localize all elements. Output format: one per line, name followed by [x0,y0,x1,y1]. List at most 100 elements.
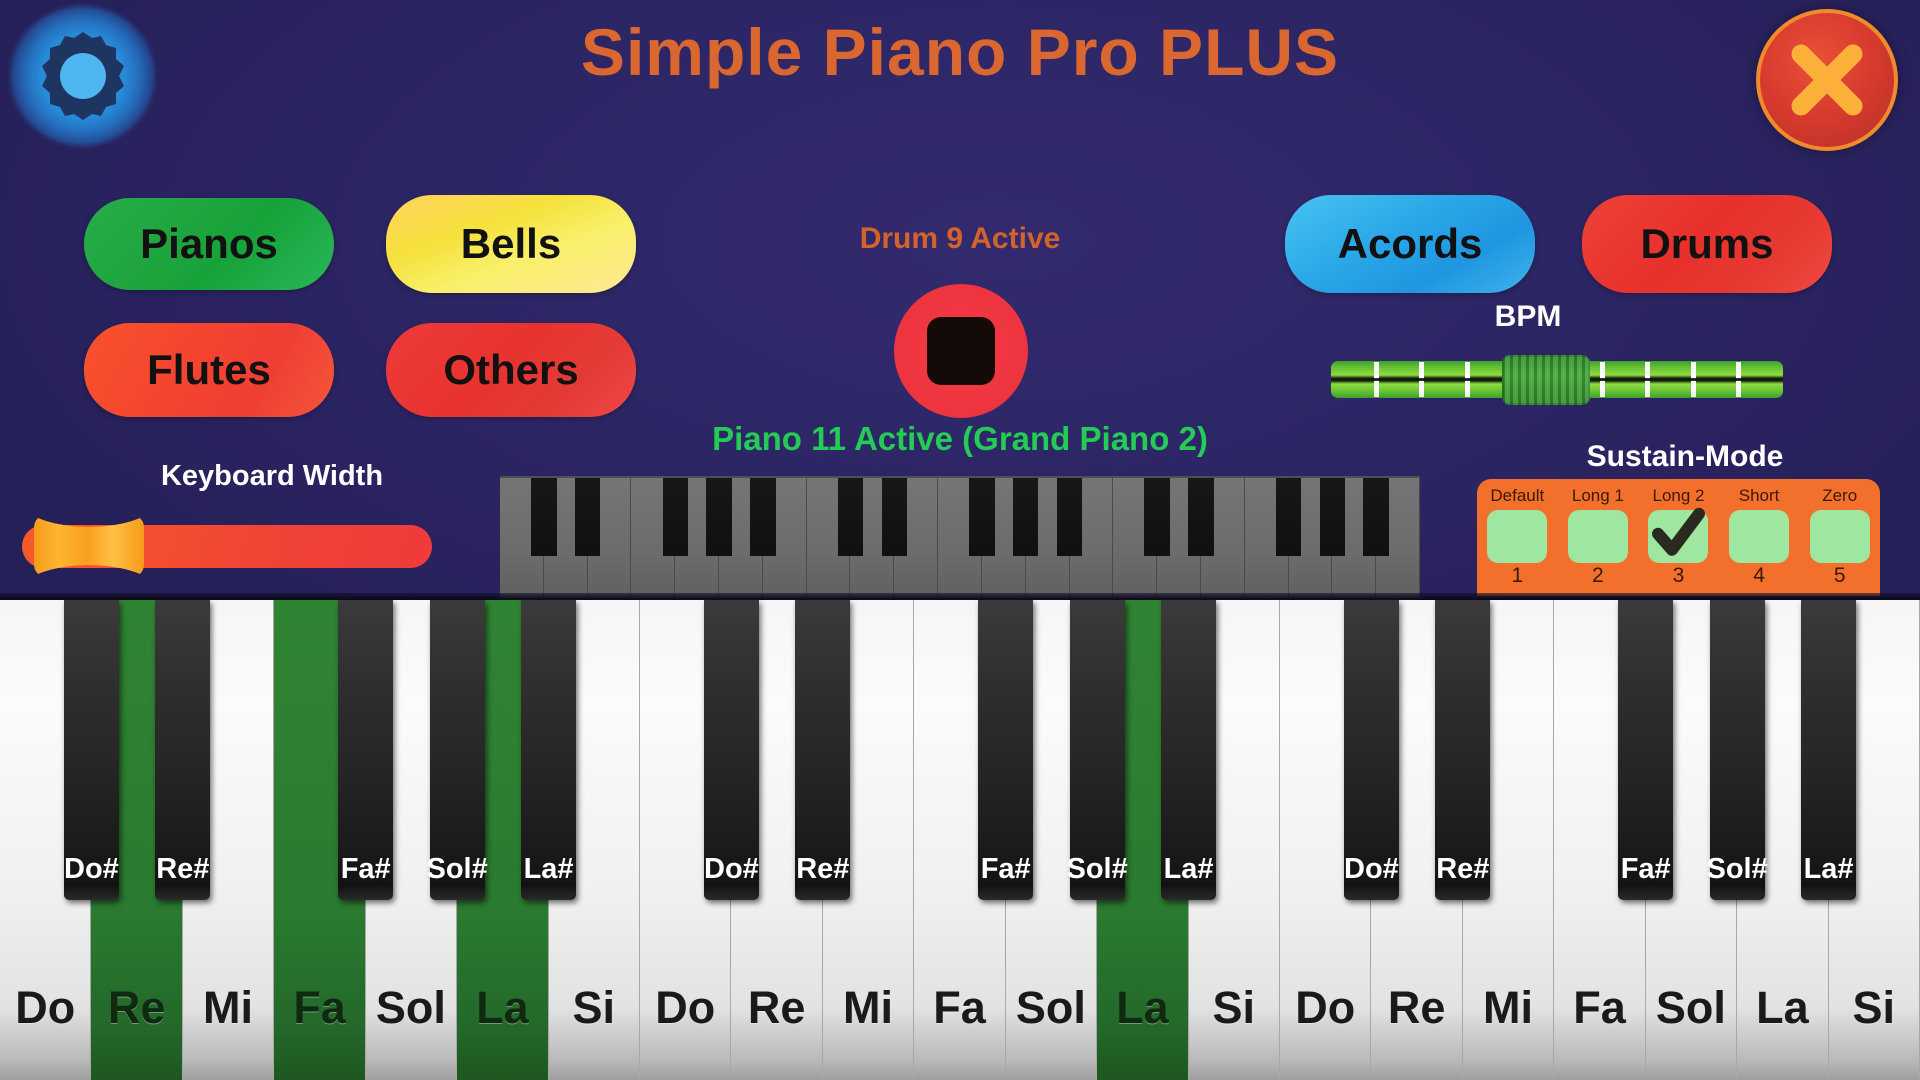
black-key-label: Sol# [426,853,488,885]
white-key-label: Sol [375,982,446,1033]
white-key-label: Si [1212,982,1256,1033]
sustain-option-number: 5 [1833,564,1846,587]
overview-black-key[interactable] [1319,478,1346,556]
sustain-option-number: 2 [1592,564,1604,587]
black-key-label: Fa# [340,853,391,885]
piano-status-label: Piano 11 Active (Grand Piano 2) [712,420,1208,457]
control-panel: Simple Piano Pro PLUS Pianos Bells Flute… [0,0,1920,600]
white-key-label: Sol [1655,982,1726,1033]
white-key-label: Mi [843,982,894,1033]
overview-black-key[interactable] [969,478,995,556]
black-key-label: Sol# [1066,853,1128,885]
black-key-label: Do# [64,853,119,885]
app-root: Simple Piano Pro PLUS Pianos Bells Flute… [0,0,1920,1080]
bpm-slider[interactable] [1331,355,1783,405]
sustain-option-3[interactable]: Short 4 [1719,479,1800,596]
sustain-option-1[interactable]: Long 1 2 [1558,479,1639,596]
piano-black-key[interactable]: Sol# [426,600,488,900]
bpm-tick [1419,362,1425,397]
white-key-label: Do [15,982,76,1033]
white-key-label: Mi [203,982,254,1033]
black-key-label: Re# [156,853,210,885]
overview-black-key[interactable] [1144,478,1170,556]
white-key-label: Fa [293,982,346,1033]
close-button[interactable] [1756,9,1898,151]
keyboard-width-thumb[interactable] [34,515,144,577]
piano-black-key[interactable]: Fa# [1618,600,1674,900]
overview-black-key[interactable] [1363,478,1389,556]
black-key-label: Fa# [1620,853,1671,885]
keyboard-width-slider[interactable] [22,515,432,577]
sustain-option-checkbox[interactable] [1487,510,1548,563]
overview-black-key[interactable] [1188,478,1214,556]
piano-black-key[interactable]: Re# [795,600,851,900]
drum-pad-icon [927,317,995,385]
black-key-label: La# [1803,853,1854,885]
piano-black-key[interactable]: Do# [1344,600,1399,900]
white-key-label: Fa [1573,982,1626,1033]
overview-black-key[interactable] [881,478,907,556]
white-key-label: Si [1852,982,1896,1033]
piano-black-key[interactable]: Re# [155,600,211,900]
sustain-option-4[interactable]: Zero 5 [1799,479,1880,596]
black-key-label: Do# [1344,853,1399,885]
black-key-label: Re# [796,853,850,885]
piano-black-key[interactable]: Fa# [338,600,394,900]
white-key-label: Do [1295,982,1356,1033]
close-x-icon [1791,44,1863,116]
keyboard-overview[interactable] [500,476,1420,600]
bpm-label: BPM [1494,300,1562,333]
piano-black-key[interactable]: Re# [1435,600,1491,900]
piano-keyboard[interactable]: Do Re Mi Fa Sol La Si Do Re Mi Fa Sol La Si Do Re Mi Fa So… [0,600,1920,1080]
overview-black-key[interactable] [531,478,557,556]
piano-black-key[interactable]: Do# [704,600,759,900]
sustain-option-number: 1 [1511,564,1524,587]
piano-black-key[interactable]: Fa# [978,600,1034,900]
overview-black-key[interactable] [706,478,732,556]
white-key-label: Re [1387,982,1446,1033]
keyboard-width-label: Keyboard Width [160,460,384,492]
piano-black-key[interactable]: La# [521,600,576,900]
black-key-label: Do# [704,853,759,885]
overview-black-key[interactable] [750,478,776,556]
overview-black-key[interactable] [837,478,864,556]
white-key-label: La [1116,982,1169,1033]
sustain-option-label: Short [1738,486,1780,505]
black-key-label: Re# [1436,853,1490,885]
piano-black-key[interactable]: Sol# [1707,600,1768,900]
sustain-option-checkbox[interactable] [1648,507,1709,563]
piano-black-key[interactable]: Do# [64,600,119,900]
bpm-tick [1600,362,1606,397]
overview-black-key[interactable] [662,478,688,556]
piano-black-key[interactable]: Sol# [1066,600,1128,900]
white-key-label: Do [655,982,716,1033]
sustain-option-label: Long 1 [1571,486,1624,505]
sustain-option-label: Zero [1822,486,1858,505]
piano-black-key[interactable]: La# [1161,600,1216,900]
bpm-slider-thumb[interactable] [1502,355,1591,405]
black-key-label: Fa# [980,853,1031,885]
overview-black-key[interactable] [574,478,601,556]
sustain-option-label: Default [1490,486,1545,505]
overview-black-key[interactable] [1013,478,1039,556]
flutes-button[interactable]: Flutes [84,323,334,417]
white-key-label: Re [107,982,166,1033]
white-key-label: Fa [933,982,986,1033]
sustain-option-checkbox[interactable] [1567,510,1628,563]
sustain-option-number: 3 [1672,564,1685,587]
sustain-option-checkbox[interactable] [1809,510,1870,563]
bpm-tick [1464,362,1470,397]
sustain-option-checkbox[interactable] [1729,510,1790,563]
overview-black-key[interactable] [1275,478,1302,556]
bpm-tick [1690,362,1696,397]
overview-black-key[interactable] [1056,478,1083,556]
bpm-tick [1735,362,1741,397]
bpm-tick [1374,362,1380,397]
others-button[interactable]: Others [386,323,636,417]
piano-black-key[interactable]: La# [1801,600,1856,900]
sustain-option-0[interactable]: Default 1 [1477,479,1558,596]
white-key-label: Mi [1483,982,1534,1033]
white-key-label: Re [747,982,806,1033]
drum-pad-button[interactable] [894,284,1028,418]
sustain-option-2[interactable]: Long 2 3 [1638,479,1719,596]
